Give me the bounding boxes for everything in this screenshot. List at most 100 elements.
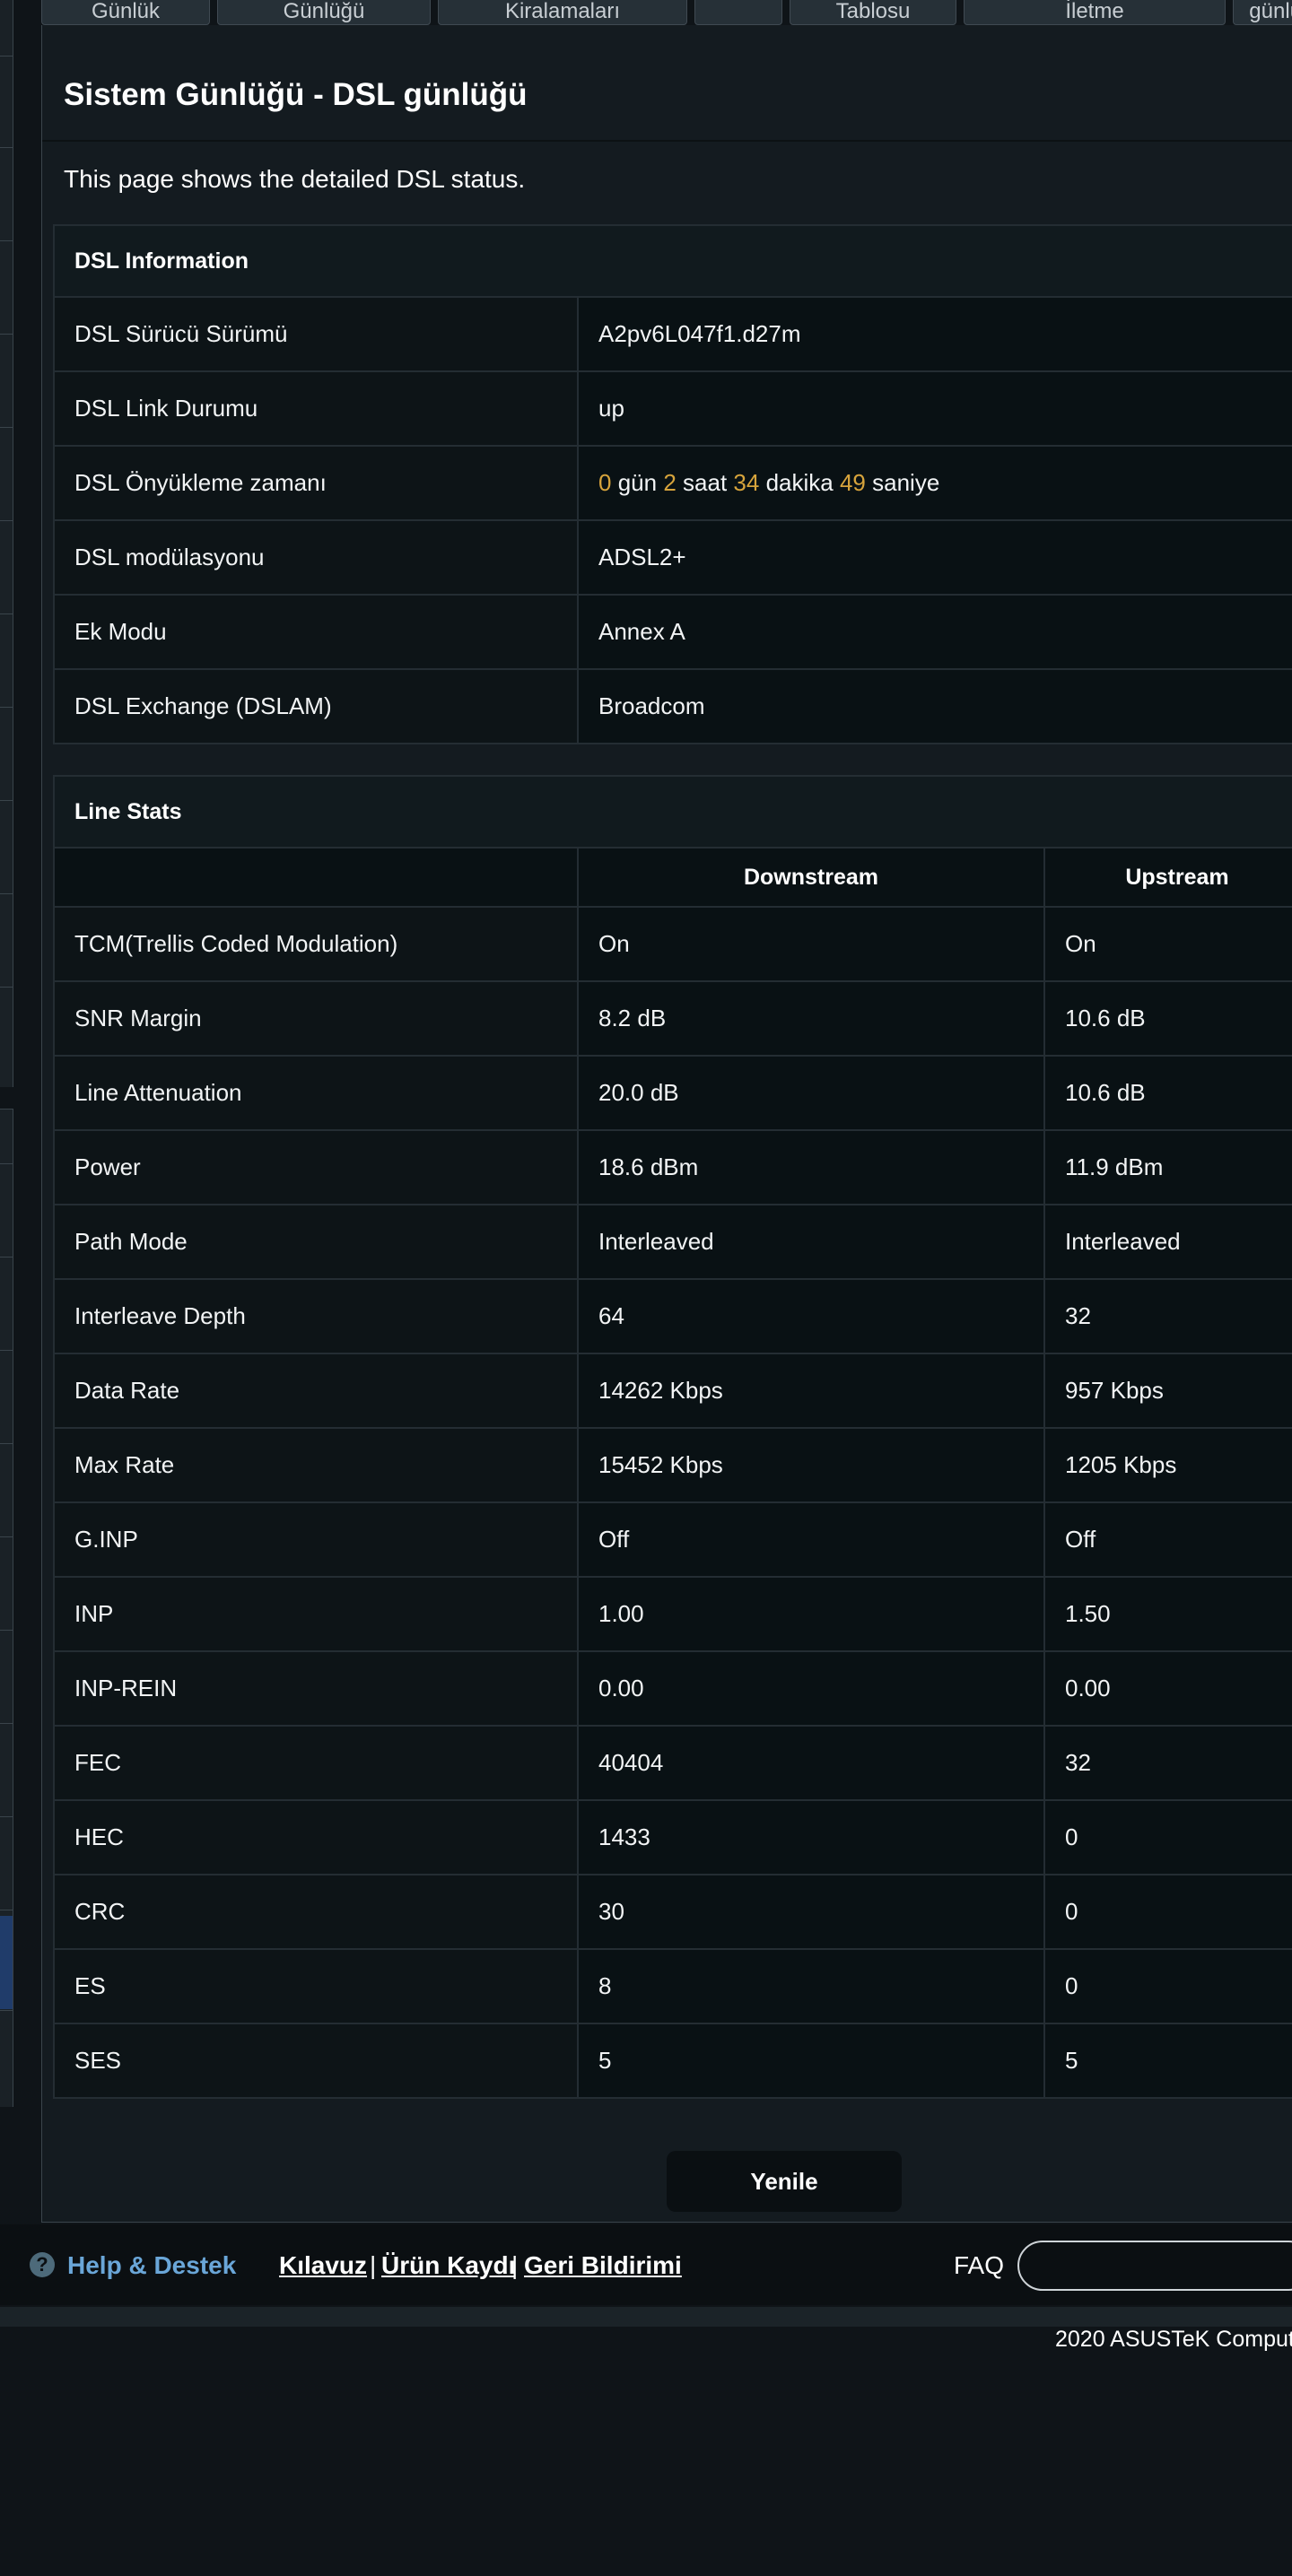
table-row: Path Mode Interleaved Interleaved — [53, 1204, 1292, 1280]
stat-upstream-value: 957 Kbps — [1043, 1353, 1292, 1429]
stat-label: Max Rate — [53, 1427, 579, 1503]
line-stats-table: Line Stats Downstream Upstream TCM(Trell… — [53, 775, 1292, 2099]
sidebar-divider — [0, 56, 13, 57]
table-row: ES 8 0 — [53, 1948, 1292, 2024]
uptime-label: DSL Önyükleme zamanı — [53, 445, 579, 521]
content-panel: Sistem Günlüğü - DSL günlüğü This page s… — [41, 25, 1292, 2223]
sidebar-divider — [0, 240, 13, 241]
tab-dhcp-leases[interactable]: Kiralamaları — [438, 0, 687, 25]
stat-downstream-value: 64 — [577, 1278, 1045, 1354]
stat-label: SNR Margin — [53, 980, 579, 1057]
uptime-seconds-unit: saniye — [872, 469, 940, 496]
empty-header-cell — [53, 847, 579, 908]
table-row: INP 1.00 1.50 — [53, 1576, 1292, 1652]
table-row: Max Rate 15452 Kbps 1205 Kbps — [53, 1427, 1292, 1503]
uptime-seconds: 49 — [839, 469, 866, 496]
sidebar-divider — [0, 893, 13, 894]
stat-label: CRC — [53, 1874, 579, 1950]
stat-label: ES — [53, 1948, 579, 2024]
stat-downstream-value: 15452 Kbps — [577, 1427, 1045, 1503]
stat-downstream-value: Off — [577, 1501, 1045, 1578]
stat-upstream-value: 32 — [1043, 1278, 1292, 1354]
sidebar-divider — [0, 427, 13, 428]
annex-mode-value: Annex A — [576, 594, 1292, 670]
sidebar-divider — [0, 1723, 13, 1724]
stat-upstream-value: On — [1043, 906, 1292, 982]
modulation-value: ADSL2+ — [576, 519, 1292, 596]
dsl-information-header: DSL Information — [52, 224, 1292, 298]
sidebar-divider — [0, 1350, 13, 1351]
stat-downstream-value: On — [577, 906, 1045, 982]
stat-downstream-value: 0.00 — [577, 1650, 1045, 1727]
product-registration-link[interactable]: Ürün Kaydı — [381, 2251, 515, 2280]
stat-upstream-value: 11.9 dBm — [1043, 1129, 1292, 1205]
feedback-link[interactable]: Geri Bildirimi — [524, 2251, 682, 2280]
stat-downstream-value: 20.0 dB — [577, 1055, 1045, 1131]
uptime-hours: 2 — [663, 469, 677, 496]
sidebar-divider — [0, 520, 13, 521]
table-row: Ek Modu Annex A — [53, 594, 1292, 670]
driver-version-value: A2pv6L047f1.d27m — [576, 296, 1292, 372]
tab-dsl-log[interactable]: günlüğü — [1233, 0, 1292, 25]
copyright-text: 2020 ASUSTeK Computer Inc. — [1055, 2327, 1292, 2352]
footer-divider — [0, 2307, 1292, 2327]
stat-downstream-value: 1.00 — [577, 1576, 1045, 1652]
table-row: DSL Önyükleme zamanı 0 gün 2 saat 34 dak… — [53, 445, 1292, 521]
stat-upstream-value: Off — [1043, 1501, 1292, 1578]
stat-label: G.INP — [53, 1501, 579, 1578]
stat-downstream-value: 5 — [577, 2023, 1045, 2099]
stat-label: FEC — [53, 1725, 579, 1801]
driver-version-label: DSL Sürücü Sürümü — [53, 296, 579, 372]
stat-upstream-value: 0 — [1043, 1874, 1292, 1950]
table-row: DSL Sürücü Sürümü A2pv6L047f1.d27m — [53, 296, 1292, 372]
sidebar-divider — [0, 800, 13, 801]
stat-upstream-value: 0 — [1043, 1799, 1292, 1875]
link-separator: | — [370, 2251, 377, 2279]
uptime-minutes-unit: dakika — [765, 469, 834, 496]
tab-port-forwarding[interactable]: İletme — [964, 0, 1226, 25]
modulation-label: DSL modülasyonu — [53, 519, 579, 596]
stat-upstream-value: 5 — [1043, 2023, 1292, 2099]
tab-routing-table[interactable]: Tablosu — [790, 0, 956, 25]
dslam-label: DSL Exchange (DSLAM) — [53, 668, 579, 744]
manual-link[interactable]: Kılavuz — [279, 2251, 367, 2280]
sidebar-item-system-log-active[interactable] — [0, 1916, 13, 2009]
tab-general-log[interactable]: Günlük — [41, 0, 210, 25]
stat-label: INP — [53, 1576, 579, 1652]
line-stats-header: Line Stats — [53, 775, 1292, 849]
sidebar-divider — [0, 147, 13, 148]
link-status-value: up — [576, 370, 1292, 447]
tab-wireless-log[interactable]: Günlüğü — [217, 0, 431, 25]
stat-downstream-value: 8.2 dB — [577, 980, 1045, 1057]
stat-downstream-value: Interleaved — [577, 1204, 1045, 1280]
sidebar-divider — [0, 1630, 13, 1631]
sidebar-divider — [0, 334, 13, 335]
sidebar-divider — [0, 707, 13, 708]
stat-label: Line Attenuation — [53, 1055, 579, 1131]
dslam-value: Broadcom — [576, 668, 1292, 744]
refresh-button[interactable]: Yenile — [667, 2151, 902, 2212]
table-row: SNR Margin 8.2 dB 10.6 dB — [53, 980, 1292, 1057]
table-row: TCM(Trellis Coded Modulation) On On — [53, 906, 1292, 982]
stat-downstream-value: 1433 — [577, 1799, 1045, 1875]
faq-search-input[interactable] — [1017, 2241, 1292, 2291]
table-row: CRC 30 0 — [53, 1874, 1292, 1950]
stat-label: HEC — [53, 1799, 579, 1875]
stat-label: TCM(Trellis Coded Modulation) — [53, 906, 579, 982]
tab-ipv6[interactable] — [694, 0, 782, 25]
stat-label: INP-REIN — [53, 1650, 579, 1727]
table-row: Data Rate 14262 Kbps 957 Kbps — [53, 1353, 1292, 1429]
stat-downstream-value: 30 — [577, 1874, 1045, 1950]
stat-upstream-value: 0.00 — [1043, 1650, 1292, 1727]
log-tabs: Günlük Günlüğü Kiralamaları Tablosu İlet… — [41, 0, 1292, 25]
stat-upstream-value: 32 — [1043, 1725, 1292, 1801]
table-row: Line Attenuation 20.0 dB 10.6 dB — [53, 1055, 1292, 1131]
stat-downstream-value: 40404 — [577, 1725, 1045, 1801]
table-row: DSL Exchange (DSLAM) Broadcom — [53, 668, 1292, 744]
stat-upstream-value: 0 — [1043, 1948, 1292, 2024]
dsl-information-table: DSL Information DSL Sürücü Sürümü A2pv6L… — [52, 224, 1292, 744]
stat-label: Data Rate — [53, 1353, 579, 1429]
table-row: FEC 40404 32 — [53, 1725, 1292, 1801]
stat-upstream-value: 10.6 dB — [1043, 980, 1292, 1057]
uptime-value: 0 gün 2 saat 34 dakika 49 saniye — [576, 445, 1292, 521]
